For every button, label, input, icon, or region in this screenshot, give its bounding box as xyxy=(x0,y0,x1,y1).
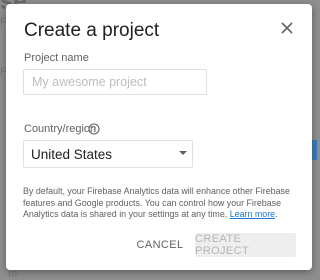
project-name-input[interactable] xyxy=(23,69,207,95)
analytics-disclaimer-period: . xyxy=(275,209,278,219)
country-region-select[interactable]: United States xyxy=(23,140,193,168)
country-region-label: Country/region xyxy=(24,123,97,135)
create-project-dialog: Create a project Project name Country/re… xyxy=(6,4,312,270)
help-circle-icon[interactable]: ? xyxy=(88,123,100,135)
svg-text:?: ? xyxy=(92,125,96,134)
country-region-value: United States xyxy=(31,147,113,162)
cancel-button[interactable]: CANCEL xyxy=(132,233,188,257)
learn-more-link[interactable]: Learn more xyxy=(230,209,275,219)
chevron-down-icon xyxy=(179,151,187,155)
close-icon[interactable] xyxy=(279,20,295,36)
analytics-disclaimer: By default, your Firebase Analytics data… xyxy=(23,186,301,221)
dialog-title: Create a project xyxy=(24,20,160,41)
create-project-button[interactable]: CREATE PROJECT xyxy=(195,233,296,257)
project-name-label: Project name xyxy=(24,52,89,64)
